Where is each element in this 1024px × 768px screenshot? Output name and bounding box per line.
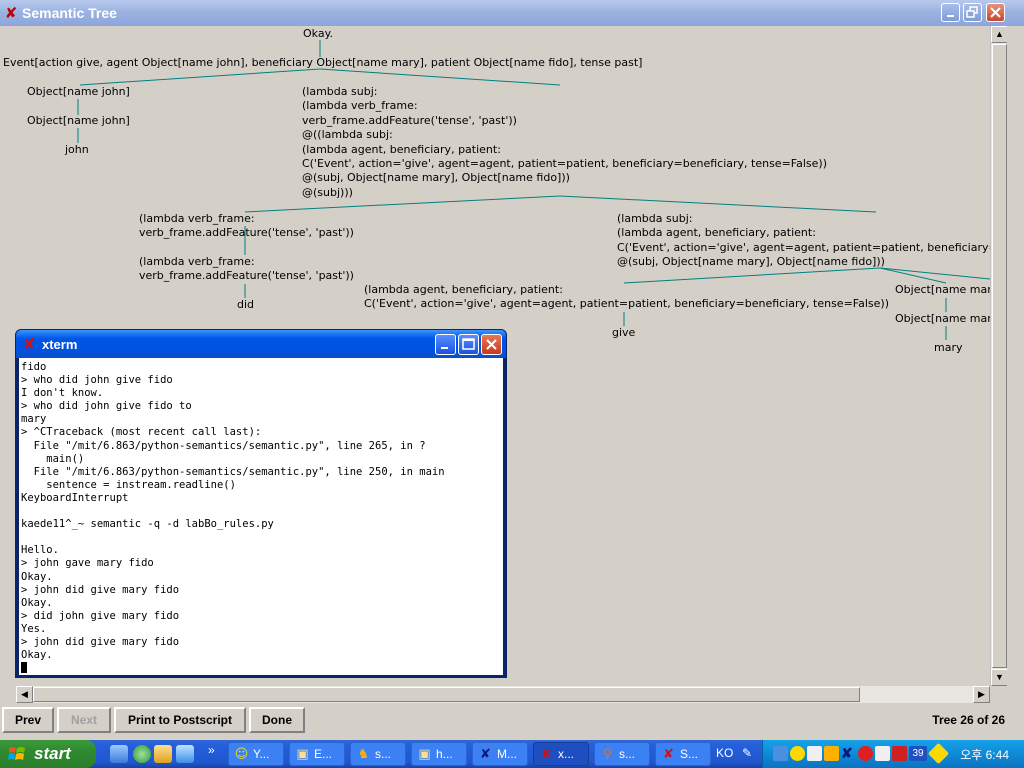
tree-window-title: Semantic Tree [22, 5, 117, 21]
tree-leaf-word: john [65, 143, 89, 156]
maximize-button[interactable] [963, 3, 982, 22]
tree-edge [879, 267, 947, 284]
smiley-icon: ☺ [234, 747, 249, 762]
taskbar-task[interactable]: ▣ h... [411, 742, 467, 766]
close-button[interactable] [481, 334, 502, 355]
prev-button[interactable]: Prev [2, 707, 54, 733]
tree-tense-node: (lambda verb_frame: verb_frame.addFeatur… [139, 212, 354, 240]
minimize-button[interactable] [435, 334, 456, 355]
xterm-titlebar[interactable]: ✘ xterm [16, 330, 506, 358]
show-desktop-icon[interactable] [110, 745, 128, 763]
windows-logo-icon [8, 747, 25, 760]
scroll-left-arrow-icon[interactable]: ◀ [16, 686, 33, 703]
scroll-right-arrow-icon[interactable]: ▶ [973, 686, 990, 703]
x-icon[interactable]: ✘ [841, 746, 856, 761]
close-button[interactable] [986, 3, 1005, 22]
start-button[interactable]: start [0, 740, 96, 768]
diamond-icon[interactable] [927, 742, 950, 765]
horizontal-scrollbar[interactable]: ◀ ▶ [16, 686, 990, 703]
terminal-cursor [21, 662, 27, 674]
x-icon: ✘ [663, 747, 674, 762]
taskbar: start » ☺ Y... ▣ E... ♞ s... ▣ h... ✘ M... ✘ x… [0, 740, 1024, 768]
explorer-icon: ▣ [296, 747, 309, 762]
scroll-down-arrow-icon[interactable]: ▼ [991, 669, 1008, 686]
media-player-icon[interactable] [133, 745, 151, 763]
vertical-scroll-thumb[interactable] [992, 44, 1007, 668]
print-postscript-button[interactable]: Print to Postscript [114, 707, 246, 733]
ime-icon[interactable]: ✎ [742, 746, 752, 760]
horizontal-scroll-thumb[interactable] [33, 687, 860, 702]
chevron-right-icon[interactable]: » [208, 743, 215, 757]
xterm-title: xterm [42, 337, 78, 352]
x-icon: ✘ [480, 747, 491, 762]
maximize-button[interactable] [458, 334, 479, 355]
tree-object-node: Object[name mar [895, 283, 990, 296]
taskbar-task[interactable]: ☺ Y... [228, 742, 284, 766]
taskbar-task[interactable]: ✘ S... [655, 742, 711, 766]
tree-edge [623, 267, 881, 284]
clock[interactable]: 오후 6:44 [960, 746, 1009, 763]
tree-edge [319, 68, 561, 86]
x-icon: ✘ [541, 747, 552, 762]
folder-icon[interactable] [154, 745, 172, 763]
tree-leaf-word: give [612, 326, 636, 339]
tree-object-node: Object[name mar [895, 312, 990, 325]
tree-counter: Tree 26 of 26 [932, 713, 1005, 727]
x-app-icon: ✘ [22, 335, 36, 353]
tree-lambda-node: (lambda subj: (lambda verb_frame: verb_f… [302, 85, 827, 199]
language-indicator[interactable]: KO [716, 746, 733, 760]
tree-tense-node: (lambda verb_frame: verb_frame.addFeatur… [139, 255, 354, 283]
x-app-icon: ✘ [4, 4, 18, 22]
flag-icon[interactable] [892, 746, 907, 761]
taskbar-task[interactable]: ✘ M... [472, 742, 528, 766]
done-button[interactable]: Done [249, 707, 305, 733]
tree-leaf-word: mary [934, 341, 963, 354]
runner-icon: ♞ [357, 747, 370, 762]
alert-icon[interactable] [858, 746, 873, 761]
tree-button-bar: Prev Next Print to Postscript Done Tree … [0, 704, 1024, 740]
tree-agent-node: Object[name john] [27, 85, 130, 98]
taskbar-task[interactable]: ♀ s... [594, 742, 650, 766]
tree-titlebar[interactable]: ✘ Semantic Tree [0, 0, 1024, 26]
tree-root-node: Okay. [303, 27, 334, 40]
window-right-border [1007, 26, 1024, 740]
taskbar-task-active[interactable]: ✘ x... [533, 742, 589, 766]
tree-edge [879, 267, 990, 280]
xterm-window[interactable]: ✘ xterm fido > who did john give fido I … [15, 329, 507, 678]
taskbar-task[interactable]: ♞ s... [350, 742, 406, 766]
start-label: start [34, 744, 71, 763]
minimize-button[interactable] [941, 3, 960, 22]
tree-edge [79, 68, 321, 86]
counter-badge[interactable]: 39 [909, 746, 927, 761]
tree-give-lambda-node: (lambda agent, beneficiary, patient: C('… [364, 283, 889, 311]
people-icon[interactable] [807, 746, 822, 761]
window-icon: ▣ [418, 747, 431, 762]
tree-event-node: Event[action give, agent Object[name joh… [3, 56, 643, 69]
outlook-icon[interactable] [176, 745, 194, 763]
vertical-scrollbar[interactable]: ▲ ▼ [990, 26, 1008, 686]
tree-leaf-word: did [237, 298, 255, 311]
next-button[interactable]: Next [57, 707, 111, 733]
tree-subj-lambda-node: (lambda subj: (lambda agent, beneficiary… [617, 212, 990, 269]
ime-pad-icon[interactable] [875, 746, 890, 761]
terminal-output[interactable]: fido > who did john give fido I don't kn… [19, 358, 503, 675]
taskbar-task[interactable]: ▣ E... [289, 742, 345, 766]
figure-icon: ♀ [602, 747, 613, 762]
system-tray: ✘ 39 오후 6:44 [762, 740, 1024, 768]
terminal-text: fido > who did john give fido I don't kn… [21, 361, 445, 662]
tree-agent-node: Object[name john] [27, 114, 130, 127]
scroll-up-arrow-icon[interactable]: ▲ [991, 26, 1008, 43]
network-icon[interactable] [773, 746, 788, 761]
shield-icon[interactable] [824, 746, 839, 761]
messenger-smiley-icon[interactable] [790, 746, 805, 761]
